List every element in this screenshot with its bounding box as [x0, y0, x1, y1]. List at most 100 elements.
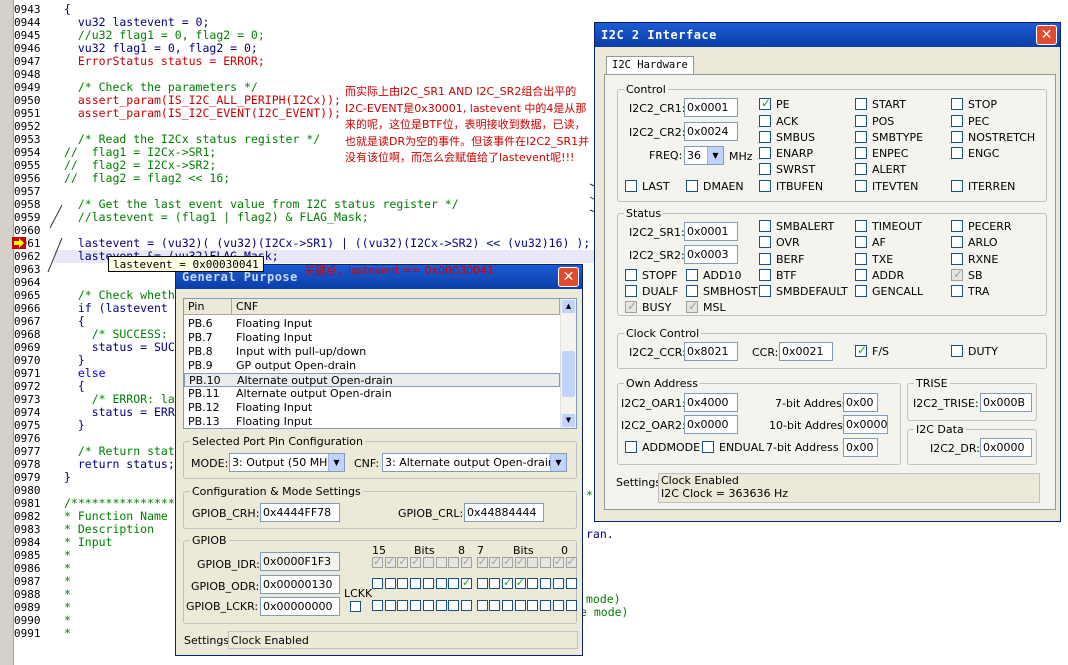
code-line[interactable]: assert_param(IS_I2C_EVENT(I2C_EVENT));: [64, 107, 341, 120]
cr2-field[interactable]: 0x0024: [684, 122, 738, 141]
close-icon[interactable]: ✕: [558, 267, 579, 287]
odr-bit-checkbox[interactable]: [476, 578, 488, 589]
sr1-field[interactable]: 0x0001: [684, 222, 738, 241]
cr1-field[interactable]: 0x0001: [684, 98, 738, 117]
lckr-bit-checkbox[interactable]: [410, 600, 422, 611]
pin-list-row[interactable]: PB.10 Alternate output Open-drain: [184, 373, 560, 387]
lckr-bit-checkbox[interactable]: [422, 600, 434, 611]
fs-checkbox[interactable]: [855, 343, 867, 357]
odr-bit-checkbox[interactable]: [552, 578, 564, 589]
iterren-checkbox[interactable]: [951, 180, 963, 192]
scroll-thumb[interactable]: [562, 351, 575, 397]
pecerr-checkbox[interactable]: [951, 220, 963, 232]
code-line[interactable]: }: [64, 419, 85, 432]
breakpoint-gutter[interactable]: [0, 0, 14, 665]
lckr-field[interactable]: 0x00000000: [260, 597, 340, 616]
cnf-column-header[interactable]: CNF: [232, 299, 560, 315]
txe-checkbox[interactable]: [855, 253, 867, 265]
tab-i2c-hardware[interactable]: I2C Hardware: [606, 56, 694, 74]
lckk-checkbox[interactable]: [350, 601, 361, 612]
lckr-bit-checkbox[interactable]: [476, 600, 488, 611]
a72-field[interactable]: 0x00: [843, 438, 878, 457]
ccr2-field[interactable]: 0x0021: [779, 342, 833, 361]
lckr-bit-checkbox[interactable]: [384, 600, 396, 611]
timeout-checkbox[interactable]: [855, 220, 867, 232]
code-line[interactable]: ErrorStatus status = ERROR;: [64, 55, 265, 68]
smbhost-checkbox[interactable]: [686, 285, 698, 297]
lckr-bit-checkbox[interactable]: [552, 600, 564, 611]
af-checkbox[interactable]: [855, 236, 867, 248]
busy-checkbox[interactable]: [625, 299, 637, 313]
endual-checkbox[interactable]: [702, 441, 714, 453]
engc-checkbox[interactable]: [951, 147, 963, 159]
pin-list[interactable]: Pin CNF PB.6 Floating Input PB.7 Floating I…: [183, 298, 577, 429]
itbufen-checkbox[interactable]: [759, 180, 771, 192]
nostretch-checkbox[interactable]: [951, 131, 963, 143]
pin-list-row[interactable]: PB.13 Floating Input: [184, 415, 560, 428]
sr2-field[interactable]: 0x0003: [684, 245, 738, 264]
lckr-bit-checkbox[interactable]: [435, 600, 447, 611]
smbtype-checkbox[interactable]: [855, 131, 867, 143]
tra-checkbox[interactable]: [951, 285, 963, 297]
enpec-checkbox[interactable]: [855, 147, 867, 159]
chevron-down-icon[interactable]: ▼: [707, 147, 723, 164]
odr-bit-checkbox[interactable]: [384, 578, 396, 589]
odr-bit-checkbox[interactable]: [422, 578, 434, 589]
odr-bit-checkbox[interactable]: [527, 578, 539, 589]
oar1-field[interactable]: 0x4000: [684, 393, 738, 412]
arlo-checkbox[interactable]: [951, 236, 963, 248]
crh-field[interactable]: 0x4444FF78: [260, 503, 340, 522]
pec-checkbox[interactable]: [951, 115, 963, 127]
lckr-bit-checkbox[interactable]: [448, 600, 460, 611]
lckr-bit-checkbox[interactable]: [540, 600, 552, 611]
addmode-checkbox[interactable]: [625, 441, 637, 453]
code-line[interactable]: * Input: [64, 536, 112, 549]
lckr-bit-checkbox[interactable]: [460, 600, 472, 611]
berf-checkbox[interactable]: [759, 253, 771, 265]
code-line[interactable]: //lastevent = (flag1 | flag2) & FLAG_Mas…: [64, 211, 369, 224]
gencall-checkbox[interactable]: [855, 285, 867, 297]
dr-field[interactable]: 0x0000: [980, 438, 1032, 457]
msl-checkbox[interactable]: [686, 299, 698, 313]
odr-bit-checkbox[interactable]: [565, 578, 577, 589]
stop-checkbox[interactable]: [951, 98, 963, 110]
a10-field[interactable]: 0x0000: [843, 415, 888, 434]
duty-checkbox[interactable]: [951, 345, 963, 357]
lckr-bit-checkbox[interactable]: [372, 600, 383, 611]
odr-bit-checkbox[interactable]: [489, 578, 501, 589]
pin-list-row[interactable]: PB.11 Alternate output Open-drain: [184, 387, 560, 401]
start-checkbox[interactable]: [855, 98, 867, 110]
odr-bit-checkbox[interactable]: [514, 576, 526, 589]
mode-select[interactable]: 3: Output (50 MHz) ▼: [229, 453, 345, 472]
code-line[interactable]: *: [64, 627, 71, 640]
last-checkbox[interactable]: [625, 180, 637, 192]
chevron-down-icon[interactable]: ▼: [328, 454, 344, 471]
lckr-bit-checkbox[interactable]: [514, 600, 526, 611]
lckr-bit-checkbox[interactable]: [527, 600, 539, 611]
code-line[interactable]: // flag2 = flag2 << 16;: [64, 172, 230, 185]
crl-field[interactable]: 0x44884444: [464, 503, 544, 522]
stopf-checkbox[interactable]: [625, 269, 637, 281]
odr-bit-checkbox[interactable]: [435, 578, 447, 589]
ccr-field[interactable]: 0x8021: [684, 342, 738, 361]
add10-checkbox[interactable]: [686, 269, 698, 281]
enarp-checkbox[interactable]: [759, 147, 771, 159]
pin-list-row[interactable]: PB.7 Floating Input: [184, 331, 560, 345]
lckr-bit-checkbox[interactable]: [397, 600, 409, 611]
close-icon[interactable]: ✕: [1036, 25, 1057, 45]
addr-checkbox[interactable]: [855, 269, 867, 281]
smbus-checkbox[interactable]: [759, 131, 771, 143]
ack-checkbox[interactable]: [759, 115, 771, 127]
pin-list-row[interactable]: PB.12 Floating Input: [184, 401, 560, 415]
odr-bit-checkbox[interactable]: [397, 578, 409, 589]
ovr-checkbox[interactable]: [759, 236, 771, 248]
btf-checkbox[interactable]: [759, 269, 771, 281]
alert-checkbox[interactable]: [855, 163, 867, 175]
odr-bit-checkbox[interactable]: [540, 578, 552, 589]
trise-field[interactable]: 0x000B: [980, 393, 1032, 412]
sb-checkbox[interactable]: [951, 267, 963, 281]
odr-bit-checkbox[interactable]: [410, 578, 422, 589]
dualf-checkbox[interactable]: [625, 285, 637, 297]
i2c-window-title[interactable]: I2C 2 Interface: [595, 23, 1060, 47]
cnf-select[interactable]: 3: Alternate output Open-drain ▼: [382, 453, 567, 472]
